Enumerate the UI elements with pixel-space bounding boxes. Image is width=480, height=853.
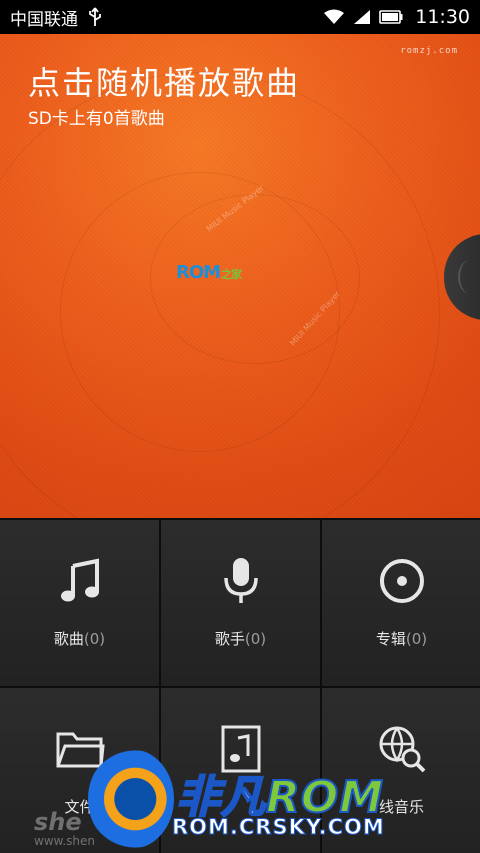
now-playing-handle[interactable] <box>444 234 480 320</box>
brand-watermark: 非凡ROM ROM.CRSKY.COM <box>80 735 410 853</box>
disc-logo-main: ROM <box>176 262 221 283</box>
signal-icon <box>353 9 371 25</box>
microphone-icon <box>216 556 266 606</box>
battery-icon <box>379 10 403 24</box>
tile-songs-name: 歌曲 <box>53 630 84 648</box>
shuffle-play-panel[interactable]: romzj.com 点击随机播放歌曲 SD卡上有0首歌曲 ROM之家 MIUI … <box>0 34 480 518</box>
disc-icon <box>377 556 427 606</box>
clock: 11:30 <box>415 6 470 28</box>
status-bar: 中国联通 11:30 <box>0 0 480 34</box>
tile-albums[interactable]: 专辑(0) <box>322 520 480 686</box>
tile-artists-name: 歌手 <box>214 630 245 648</box>
usb-icon <box>88 7 102 27</box>
tile-artists-count: (0) <box>244 630 267 648</box>
disc-logo-sub: 之家 <box>221 268 242 281</box>
tile-albums-label: 专辑(0) <box>376 628 427 649</box>
disc-logo: ROM之家 <box>176 262 242 283</box>
music-note-icon <box>55 556 105 606</box>
tile-songs-count: (0) <box>83 630 106 648</box>
tile-songs[interactable]: 歌曲(0) <box>0 520 159 686</box>
wifi-icon <box>323 9 345 25</box>
tile-artists-label: 歌手(0) <box>215 628 266 649</box>
brand-url: ROM.CRSKY.COM <box>172 815 385 840</box>
brand-swirl-logo <box>88 749 174 849</box>
site-watermark: romzj.com <box>400 46 458 56</box>
carrier-label: 中国联通 <box>10 9 78 30</box>
tile-artists[interactable]: 歌手(0) <box>161 520 320 686</box>
tile-albums-count: (0) <box>405 630 428 648</box>
tile-albums-name: 专辑 <box>375 630 406 648</box>
she-watermark: she <box>34 808 82 836</box>
tile-songs-label: 歌曲(0) <box>54 628 105 649</box>
